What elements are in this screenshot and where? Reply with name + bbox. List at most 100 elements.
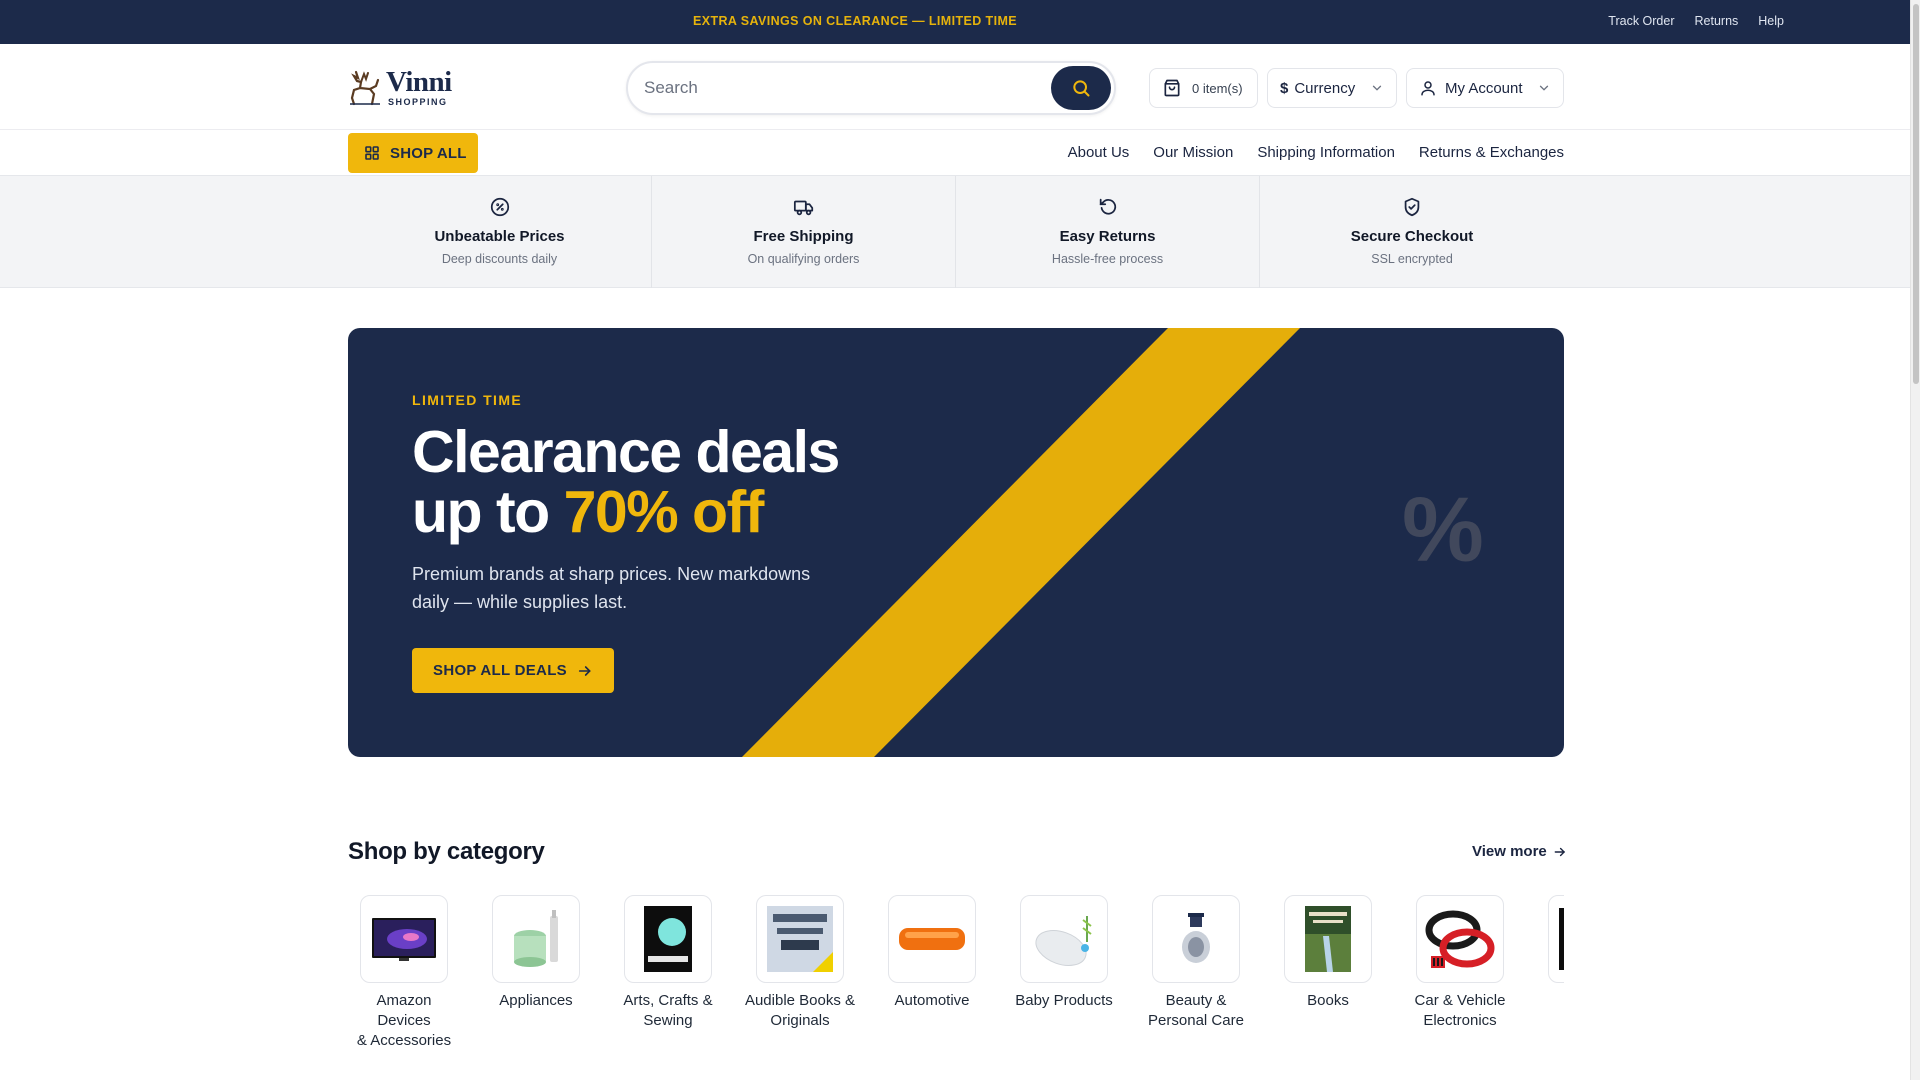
utility-links: Track Order Returns Help (1608, 14, 1784, 28)
track-order-link[interactable]: Track Order (1608, 14, 1674, 28)
user-icon (1421, 81, 1435, 96)
category-label: Electronics (1423, 1012, 1497, 1029)
site-header: Vinni SHOPPING 0 item(s) $ Currency My A… (0, 44, 1910, 130)
logo-subtitle: SHOPPING (388, 97, 448, 107)
category-baby-products[interactable]: Baby Products (1008, 895, 1120, 1011)
page-scrollbar[interactable] (1910, 0, 1920, 1080)
category-car-electronics[interactable]: Car & Vehicle Electronics (1404, 895, 1516, 1031)
categories-heading: Shop by category (348, 838, 545, 865)
category-label: Originals (770, 1012, 830, 1029)
washer-image (514, 910, 558, 967)
currency-dropdown[interactable]: $ Currency (1267, 68, 1397, 108)
category-label: Appliances (499, 992, 573, 1009)
shop-all-label: SHOP ALL (390, 144, 467, 162)
logo-brand: Vinni (386, 66, 452, 98)
category-partial[interactable]: C (1536, 895, 1564, 1011)
hero-title: Clearance deals up to 70% off (412, 419, 840, 545)
rotate-ccw-icon (1099, 198, 1116, 215)
feature-desc: Deep discounts daily (441, 252, 558, 266)
category-label: Beauty & (1165, 992, 1227, 1009)
nav-our-mission[interactable]: Our Mission (1153, 144, 1233, 161)
hero-title-line1: Clearance deals (412, 419, 840, 485)
returns-link[interactable]: Returns (1695, 14, 1739, 28)
cart-count: 0 item(s) (1192, 80, 1243, 96)
category-label: & Accessories (356, 1032, 452, 1045)
category-label: Car & Vehicle (1414, 992, 1506, 1009)
category-thumb (1548, 895, 1564, 983)
tub-image (1035, 916, 1092, 966)
cta-label: SHOP ALL DEALS (433, 662, 567, 679)
shop-all-button[interactable]: SHOP ALL (348, 133, 478, 173)
scrollbar-thumb[interactable] (1913, 4, 1919, 384)
shop-all-deals-button[interactable]: SHOP ALL DEALS (412, 648, 614, 693)
feature-returns: Easy Returns Hassle-free process (956, 176, 1260, 288)
nav-links: About Us Our Mission Shipping Informatio… (1068, 144, 1564, 161)
category-thumb (1416, 895, 1504, 983)
category-thumb (1152, 895, 1240, 983)
feature-title: Secure Checkout (1350, 228, 1474, 245)
grid-icon (365, 146, 379, 160)
announcement-bar: EXTRA SAVINGS ON CLEARANCE — LIMITED TIM… (0, 0, 1910, 44)
cables-image (1425, 910, 1495, 968)
search-box (626, 61, 1116, 115)
cart-button[interactable]: 0 item(s) (1149, 68, 1258, 108)
book-cover-image (767, 906, 833, 972)
account-label: My Account (1445, 79, 1523, 97)
hero-banner: LIMITED TIME Clearance deals up to 70% o… (348, 328, 1564, 757)
main-nav: SHOP ALL About Us Our Mission Shipping I… (0, 130, 1910, 176)
category-thumb (624, 895, 712, 983)
features-strip: Unbeatable Prices Deep discounts daily F… (0, 176, 1910, 288)
shopping-bag-icon (1164, 79, 1180, 97)
search-icon (1073, 80, 1090, 97)
light-image (899, 928, 965, 950)
category-books[interactable]: Books (1272, 895, 1384, 1011)
feature-desc: On qualifying orders (747, 252, 860, 266)
account-dropdown[interactable]: My Account (1406, 68, 1564, 108)
hero-title-line2: up to (412, 479, 564, 545)
category-appliances[interactable]: Appliances (480, 895, 592, 1011)
category-audible-books[interactable]: Audible Books & Originals (744, 895, 856, 1031)
partial-image (1559, 908, 1564, 970)
category-arts-crafts[interactable]: Arts, Crafts & Sewing (612, 895, 724, 1031)
category-beauty[interactable]: Beauty & Personal Care (1140, 895, 1252, 1031)
promo-text: EXTRA SAVINGS ON CLEARANCE — LIMITED TIM… (692, 14, 1018, 28)
deer-logo-icon (350, 70, 380, 105)
perfume-image (1182, 913, 1210, 963)
currency-label: Currency (1294, 79, 1356, 97)
category-thumb (888, 895, 976, 983)
category-label: Personal Care (1148, 1012, 1244, 1029)
discount-badge-icon (490, 197, 509, 217)
currency-symbol: $ (1280, 79, 1289, 97)
feature-title: Free Shipping (753, 228, 854, 245)
category-label: Sewing (643, 1012, 693, 1029)
category-thumb (1020, 895, 1108, 983)
category-label: Automotive (894, 992, 970, 1009)
chevron-down-icon (1539, 85, 1549, 91)
category-label: Books (1307, 992, 1349, 1009)
chevron-down-icon (1372, 85, 1382, 91)
nav-shipping-information[interactable]: Shipping Information (1257, 144, 1395, 161)
search-input[interactable] (644, 75, 1034, 101)
category-carousel: Amazon Devices & Accessories Appliances A… (348, 895, 1564, 1045)
arrow-right-icon (578, 665, 591, 676)
view-more-link[interactable]: View more (1472, 843, 1567, 860)
feature-title: Unbeatable Prices (434, 228, 565, 245)
feature-shipping: Free Shipping On qualifying orders (652, 176, 956, 288)
nav-returns-exchanges[interactable]: Returns & Exchanges (1419, 144, 1564, 161)
feature-checkout: Secure Checkout SSL encrypted (1260, 176, 1564, 288)
site-logo[interactable]: Vinni SHOPPING (348, 68, 452, 107)
category-label: Baby Products (1015, 992, 1113, 1009)
category-thumb (756, 895, 844, 983)
category-automotive[interactable]: Automotive (876, 895, 988, 1011)
arrow-right-icon (1554, 847, 1565, 856)
shield-check-icon (1404, 197, 1420, 217)
hero-eyebrow: LIMITED TIME (412, 392, 523, 408)
help-link[interactable]: Help (1758, 14, 1784, 28)
nav-about-us[interactable]: About Us (1068, 144, 1130, 161)
feature-desc: SSL encrypted (1371, 252, 1453, 266)
search-button[interactable] (1051, 66, 1111, 110)
category-amazon-devices[interactable]: Amazon Devices & Accessories (348, 895, 460, 1045)
feature-title: Easy Returns (1059, 228, 1156, 245)
category-thumb (360, 895, 448, 983)
hero-title-accent: 70% off (563, 479, 765, 545)
